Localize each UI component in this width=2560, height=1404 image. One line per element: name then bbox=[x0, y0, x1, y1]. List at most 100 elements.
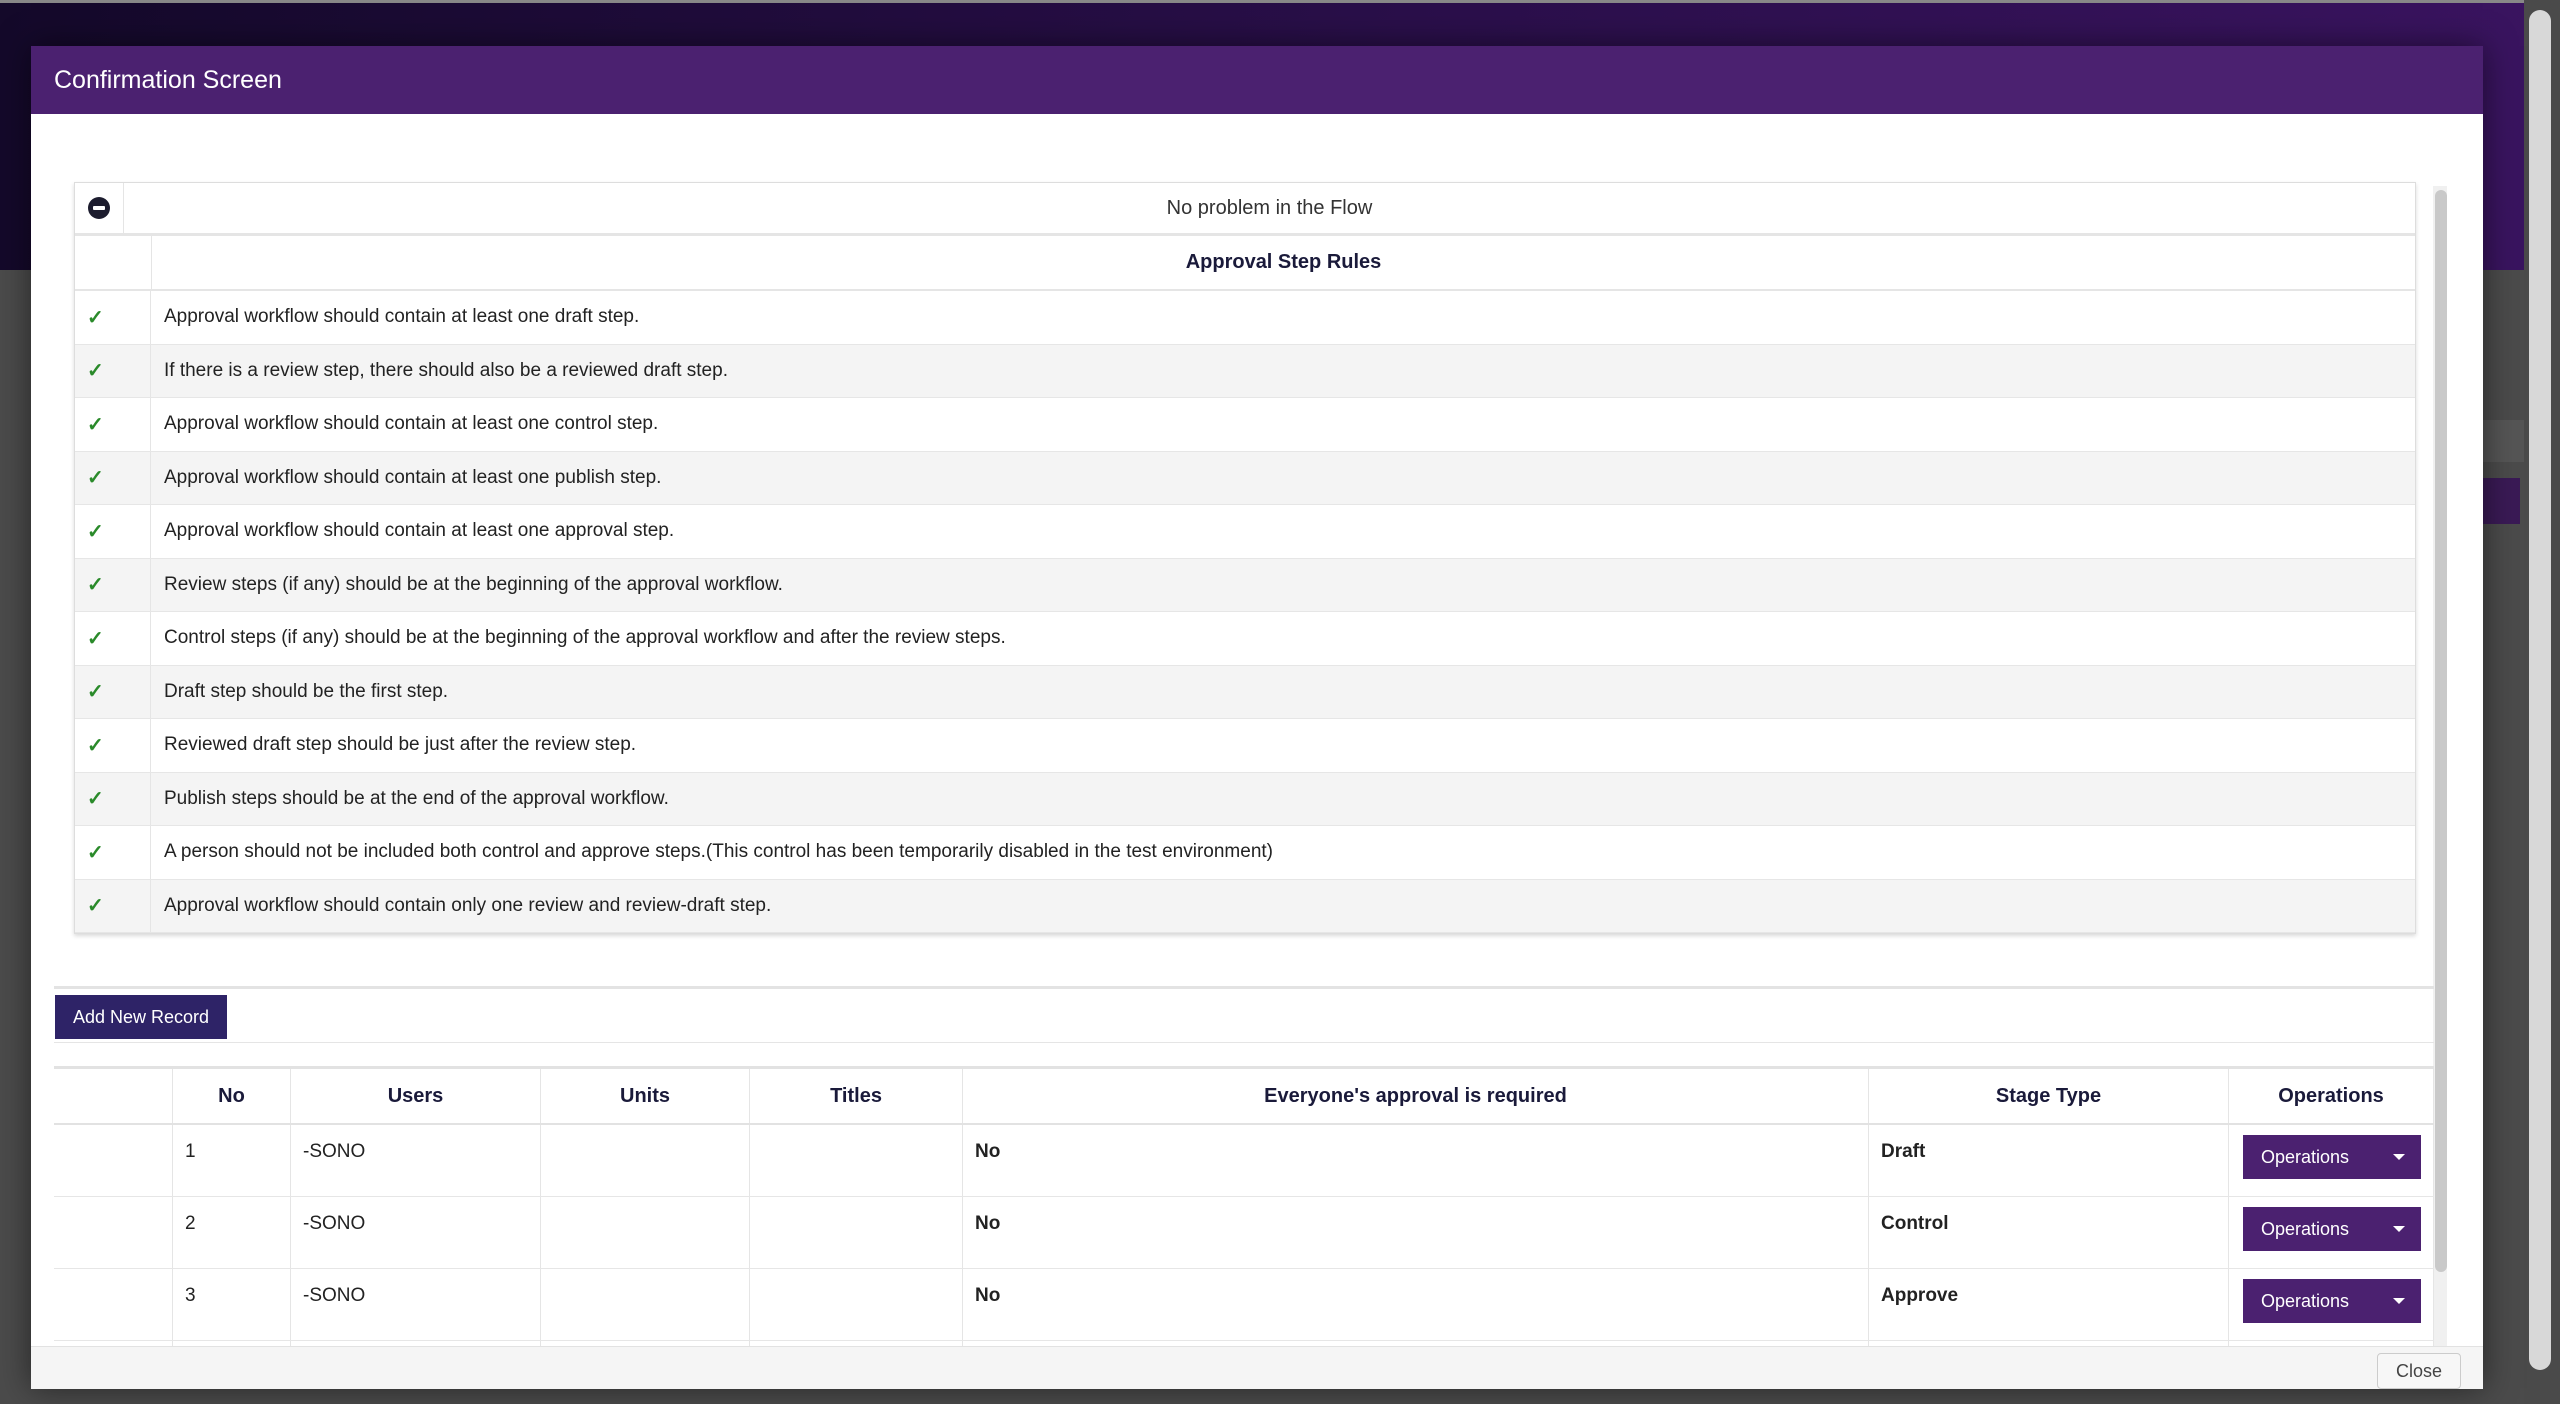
check-icon: ✓ bbox=[75, 291, 151, 344]
cell-everyone-approval: No bbox=[963, 1197, 1869, 1268]
check-icon: ✓ bbox=[75, 879, 151, 932]
check-icon: ✓ bbox=[75, 451, 151, 504]
rule-text: Reviewed draft step should be just after… bbox=[164, 734, 637, 756]
check-icon: ✓ bbox=[75, 772, 151, 825]
rule-row: ✓ Approval workflow should contain at lea… bbox=[75, 398, 2415, 452]
rule-row: ✓ A person should not be included both co… bbox=[75, 826, 2415, 880]
caret-down-icon bbox=[2393, 1154, 2405, 1160]
rule-row: ✓ Draft step should be the first step. bbox=[75, 665, 2415, 719]
rule-row: ✓ Review steps (if any) should be at the … bbox=[75, 558, 2415, 612]
toolbar-divider bbox=[54, 1042, 2434, 1043]
operations-dropdown-button[interactable]: Operations bbox=[2243, 1135, 2421, 1179]
rules-header-check-cell bbox=[75, 236, 152, 289]
rule-text: Approval workflow should contain at leas… bbox=[164, 520, 675, 542]
row-select-cell[interactable] bbox=[54, 1125, 173, 1196]
cell-titles bbox=[750, 1125, 963, 1196]
cell-users: -SONO bbox=[291, 1197, 541, 1268]
cell-titles bbox=[750, 1197, 963, 1268]
rules-header-row: Approval Step Rules bbox=[75, 236, 2415, 291]
check-icon: ✓ bbox=[75, 505, 151, 558]
cell-stage-type: Control bbox=[1869, 1197, 2229, 1268]
rule-text: Approval workflow should contain only on… bbox=[164, 894, 772, 916]
minus-circle-icon[interactable] bbox=[88, 197, 110, 219]
table-header-row: No Users Units Titles Everyone's approva… bbox=[54, 1069, 2434, 1125]
operations-dropdown-button[interactable]: Operations bbox=[2243, 1279, 2421, 1323]
cell-units bbox=[541, 1125, 750, 1196]
cell-no: 1 bbox=[173, 1125, 291, 1196]
records-table: No Users Units Titles Everyone's approva… bbox=[54, 1069, 2434, 1346]
rule-text: Control steps (if any) should be at the … bbox=[164, 627, 1006, 649]
rule-text: Review steps (if any) should be at the b… bbox=[164, 573, 783, 595]
background-top-line bbox=[0, 0, 2560, 3]
modal-scrollbar-thumb[interactable] bbox=[2435, 190, 2447, 1272]
cell-operations: Operations bbox=[2229, 1125, 2434, 1196]
column-header-no[interactable]: No bbox=[173, 1069, 291, 1123]
cell-users: -SONO bbox=[291, 1269, 541, 1340]
operations-label: Operations bbox=[2261, 1146, 2350, 1167]
cell-everyone-approval: No bbox=[963, 1269, 1869, 1340]
row-select-cell[interactable] bbox=[54, 1197, 173, 1268]
cell-no: 3 bbox=[173, 1269, 291, 1340]
modal-footer: Close bbox=[31, 1346, 2483, 1389]
close-button[interactable]: Close bbox=[2376, 1353, 2461, 1389]
cell-everyone-approval: No bbox=[963, 1125, 1869, 1196]
modal-body: No problem in the Flow Approval Step Rul… bbox=[31, 114, 2483, 1346]
check-icon: ✓ bbox=[75, 558, 151, 611]
column-header-select bbox=[54, 1069, 173, 1123]
page-scrollbar-thumb[interactable] bbox=[2529, 10, 2551, 1370]
column-header-users[interactable]: Users bbox=[291, 1069, 541, 1123]
column-header-stage-type[interactable]: Stage Type bbox=[1869, 1069, 2229, 1123]
operations-label: Operations bbox=[2261, 1218, 2350, 1239]
check-icon: ✓ bbox=[75, 826, 151, 879]
check-icon: ✓ bbox=[75, 344, 151, 397]
operations-label: Operations bbox=[2261, 1290, 2350, 1311]
rule-row: ✓ Approval workflow should contain at lea… bbox=[75, 451, 2415, 505]
rule-text: Approval workflow should contain at leas… bbox=[164, 466, 662, 488]
table-row[interactable]: 3 -SONO No Approve Operations bbox=[54, 1269, 2434, 1341]
add-new-record-button[interactable]: Add New Record bbox=[55, 995, 228, 1039]
column-header-operations: Operations bbox=[2229, 1069, 2434, 1123]
collapse-toggle[interactable] bbox=[75, 183, 124, 233]
table-row[interactable]: 2 -SONO No Control Operations bbox=[54, 1197, 2434, 1269]
check-icon: ✓ bbox=[75, 612, 151, 665]
rule-text: A person should not be included both con… bbox=[164, 841, 1273, 863]
section-divider bbox=[54, 986, 2434, 989]
rule-row: ✓ Reviewed draft step should be just afte… bbox=[75, 719, 2415, 773]
rule-text: Publish steps should be at the end of th… bbox=[164, 787, 669, 809]
rule-row: ✓ Publish steps should be at the end of t… bbox=[75, 772, 2415, 826]
cell-users: -SONO bbox=[291, 1125, 541, 1196]
cell-no: 2 bbox=[173, 1197, 291, 1268]
column-header-units[interactable]: Units bbox=[541, 1069, 750, 1123]
modal-header: Confirmation Screen bbox=[31, 46, 2483, 114]
cell-titles bbox=[750, 1269, 963, 1340]
rule-text: Approval workflow should contain at leas… bbox=[164, 306, 640, 328]
rules-status-bar: No problem in the Flow bbox=[75, 183, 2415, 236]
cell-units bbox=[541, 1197, 750, 1268]
rule-row: ✓ Approval workflow should contain at lea… bbox=[75, 505, 2415, 559]
check-icon: ✓ bbox=[75, 665, 151, 718]
approval-rules-panel: No problem in the Flow Approval Step Rul… bbox=[74, 182, 2416, 934]
rule-text: Draft step should be the first step. bbox=[164, 680, 449, 702]
flow-status-text: No problem in the Flow bbox=[1166, 196, 1373, 219]
cell-stage-type: Approve bbox=[1869, 1269, 2229, 1340]
cell-operations: Operations bbox=[2229, 1197, 2434, 1268]
check-icon: ✓ bbox=[75, 719, 151, 772]
caret-down-icon bbox=[2393, 1298, 2405, 1304]
confirmation-modal: Confirmation Screen No problem in the Fl… bbox=[31, 46, 2483, 1389]
rule-text: If there is a review step, there should … bbox=[164, 359, 728, 381]
table-row[interactable]: 1 -SONO No Draft Operations bbox=[54, 1125, 2434, 1197]
check-icon: ✓ bbox=[75, 398, 151, 451]
caret-down-icon bbox=[2393, 1226, 2405, 1232]
rules-list: ✓ Approval workflow should contain at lea… bbox=[75, 291, 2415, 933]
rule-row: ✓ Control steps (if any) should be at the… bbox=[75, 612, 2415, 666]
rules-header: Approval Step Rules bbox=[1185, 251, 1382, 273]
cell-operations: Operations bbox=[2229, 1269, 2434, 1340]
column-header-titles[interactable]: Titles bbox=[750, 1069, 963, 1123]
operations-dropdown-button[interactable]: Operations bbox=[2243, 1207, 2421, 1251]
row-select-cell[interactable] bbox=[54, 1269, 173, 1340]
column-header-everyone-approval[interactable]: Everyone's approval is required bbox=[963, 1069, 1869, 1123]
rule-row: ✓ If there is a review step, there should… bbox=[75, 344, 2415, 398]
rule-row: ✓ Approval workflow should contain at lea… bbox=[75, 291, 2415, 345]
cell-stage-type: Draft bbox=[1869, 1125, 2229, 1196]
rule-row: ✓ Approval workflow should contain only o… bbox=[75, 879, 2415, 933]
